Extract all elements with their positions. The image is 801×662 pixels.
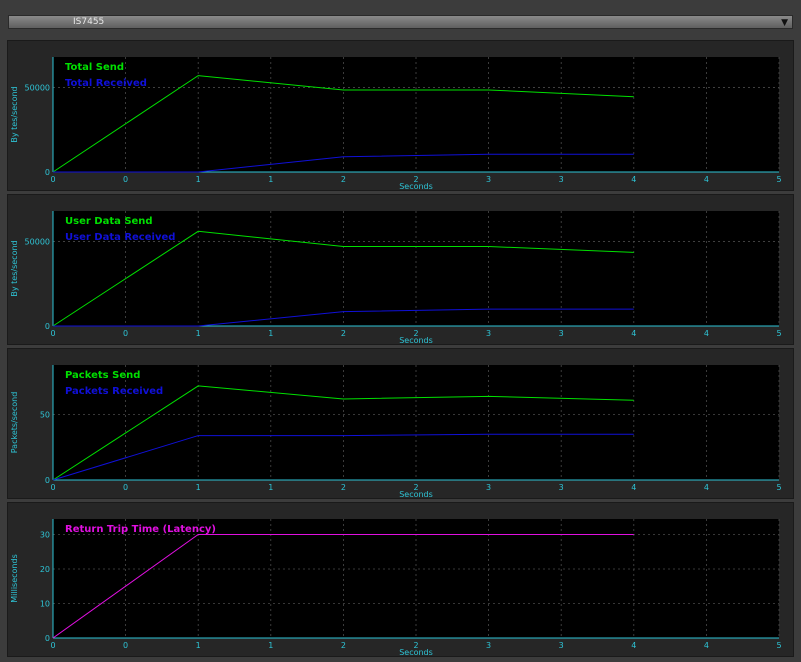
- x-axis-label: Seconds: [399, 490, 433, 499]
- y-tick-label: 0: [45, 634, 50, 643]
- x-tick-label: 3: [559, 175, 564, 184]
- x-tick-label: 2: [341, 641, 346, 650]
- chart-latency: 0 0 1 1 2 2 3 3 4 4 50102030SecondsMillisecondsRet…: [10, 519, 782, 657]
- y-tick-label: 50000: [25, 237, 50, 246]
- y-tick-label: 20: [40, 565, 50, 574]
- x-tick-label: 4: [704, 175, 709, 184]
- x-tick-label: 4: [704, 329, 709, 338]
- legend-entry: Total Received: [65, 78, 147, 89]
- chart-panel-user-data: 0 0 1 1 2 2 3 3 4 4 5 0 50000 Seconds By tes/second Use…: [7, 194, 794, 345]
- y-axis-label: By tes/second: [10, 86, 19, 142]
- y-axis-label: Milliseconds: [10, 554, 19, 603]
- x-tick-label: 4: [631, 483, 636, 492]
- x-tick-label: 1: [268, 175, 273, 184]
- x-axis-label: Seconds: [399, 336, 433, 345]
- x-tick-label: 1: [268, 641, 273, 650]
- x-tick-label: 3: [559, 641, 564, 650]
- x-tick-label: 3: [486, 175, 491, 184]
- x-tick-label: 4: [631, 329, 636, 338]
- x-tick-label: 0: [123, 329, 128, 338]
- legend-entry: User Data Received: [65, 232, 175, 243]
- x-tick-label: 1: [196, 483, 201, 492]
- x-tick-label: 0: [50, 641, 55, 650]
- y-tick-label: 0: [45, 476, 50, 485]
- x-tick-label: 4: [631, 641, 636, 650]
- y-tick-label: 10: [40, 600, 50, 609]
- x-tick-label: 0: [123, 641, 128, 650]
- x-tick-label: 5: [776, 329, 781, 338]
- x-tick-label: 1: [196, 329, 201, 338]
- x-tick-label: 1: [268, 329, 273, 338]
- legend-entry: Return Trip Time (Latency): [65, 524, 216, 535]
- x-tick-label: 0: [50, 175, 55, 184]
- legend-entry: User Data Send: [65, 216, 153, 227]
- y-tick-label: 0: [45, 322, 50, 331]
- legend-entry: Packets Received: [65, 386, 163, 397]
- legend-entry: Packets Send: [65, 370, 140, 381]
- y-tick-label: 30: [40, 531, 50, 540]
- x-tick-label: 3: [486, 329, 491, 338]
- x-tick-label: 3: [486, 483, 491, 492]
- x-tick-label: 0: [123, 483, 128, 492]
- legend-entry: Total Send: [65, 62, 124, 73]
- chevron-down-icon[interactable]: ▼: [781, 17, 788, 29]
- x-axis-label: Seconds: [399, 182, 433, 191]
- y-axis-label: By tes/second: [10, 240, 19, 296]
- x-tick-label: 0: [123, 175, 128, 184]
- y-tick-label: 50000: [25, 83, 50, 92]
- x-tick-label: 3: [486, 641, 491, 650]
- x-tick-label: 4: [631, 175, 636, 184]
- chart-panel-packets: 0 0 1 1 2 2 3 3 4 4 5 0 50 Seconds Packets/second Packe…: [7, 348, 794, 499]
- x-axis-label: Seconds: [399, 648, 433, 657]
- chart-total-bytes: 0 0 1 1 2 2 3 3 4 4 5050000SecondsBy tes/secondTot…: [10, 57, 782, 191]
- plot-area: [53, 211, 779, 326]
- x-tick-label: 5: [776, 641, 781, 650]
- x-tick-label: 3: [559, 329, 564, 338]
- x-tick-label: 5: [776, 483, 781, 492]
- connection-selector[interactable]: IS7455 ▼: [8, 15, 793, 29]
- x-tick-label: 4: [704, 483, 709, 492]
- y-axis-label: Packets/second: [10, 392, 19, 454]
- chart-panel-latency: 0 0 1 1 2 2 3 3 4 4 5 0 10 20 30 Seconds Milliseconds Ret…: [7, 502, 794, 657]
- plot-area: [53, 365, 779, 480]
- x-tick-label: 4: [704, 641, 709, 650]
- chart-user-data: 0 0 1 1 2 2 3 3 4 4 5050000SecondsBy tes/secondUse…: [10, 211, 782, 345]
- x-tick-label: 1: [196, 641, 201, 650]
- plot-area: [53, 57, 779, 172]
- x-tick-label: 2: [341, 175, 346, 184]
- chart-packets: 0 0 1 1 2 2 3 3 4 4 5050SecondsPackets/secondPacke…: [10, 365, 782, 499]
- x-tick-label: 3: [559, 483, 564, 492]
- connection-selector-value: IS7455: [73, 17, 105, 27]
- x-tick-label: 1: [268, 483, 273, 492]
- x-tick-label: 5: [776, 175, 781, 184]
- x-tick-label: 0: [50, 483, 55, 492]
- x-tick-label: 1: [196, 175, 201, 184]
- chart-panel-total-bytes: 0 0 1 1 2 2 3 3 4 4 5 0 50000 Seconds By tes/second Tot…: [7, 40, 794, 191]
- y-tick-label: 0: [45, 168, 50, 177]
- x-tick-label: 0: [50, 329, 55, 338]
- x-tick-label: 2: [341, 483, 346, 492]
- y-tick-label: 50: [40, 411, 50, 420]
- x-tick-label: 2: [341, 329, 346, 338]
